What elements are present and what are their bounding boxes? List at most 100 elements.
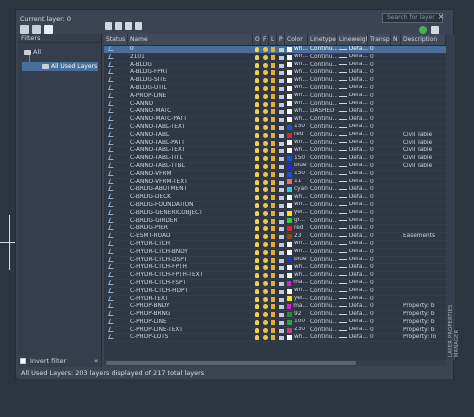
layer-name[interactable]: C-HYDR-CTCH-DSPT	[128, 257, 253, 264]
color-cell[interactable]: ma...	[285, 280, 308, 287]
layer-name[interactable]: C-HYDR-CTCH-FSPT	[128, 280, 253, 287]
table-row[interactable]: C-ANNO-TABL-PATT wh... Continu... Defa... 0 C…	[104, 139, 446, 148]
description-cell[interactable]: Property: b	[401, 303, 446, 310]
on-cell[interactable]	[253, 327, 261, 334]
description-cell[interactable]	[401, 194, 446, 201]
layer-name[interactable]: C-HYDR-CTCH	[128, 241, 253, 248]
lineweight-cell[interactable]: Defa...	[337, 54, 368, 61]
on-cell[interactable]	[253, 218, 261, 225]
table-row[interactable]: C-HYDR-CTCH-FPTH-TEXT wh... Continu... Defa…	[104, 272, 446, 280]
on-cell[interactable]	[253, 264, 261, 271]
on-cell[interactable]	[253, 62, 261, 69]
linetype-cell[interactable]: Continu...	[308, 54, 337, 61]
linetype-cell[interactable]: Continu...	[308, 288, 337, 295]
new-vp-freeze-cell[interactable]	[391, 108, 401, 115]
new-vp-freeze-cell[interactable]	[391, 202, 401, 209]
on-cell[interactable]	[253, 241, 261, 248]
new-layer-vp-frozen-icon[interactable]	[115, 22, 122, 30]
description-cell[interactable]	[401, 85, 446, 92]
layer-name[interactable]: C-HYDR-TEXT	[128, 296, 253, 303]
transparency-cell[interactable]: 0	[368, 101, 391, 108]
lock-cell[interactable]	[269, 280, 277, 287]
transparency-cell[interactable]: 0	[368, 288, 391, 295]
table-row[interactable]: C-PROP-BRNG 92 Continu... Defa... 0 Property:…	[104, 311, 446, 319]
table-row[interactable]: A-PROP-LINE wh... Continu... Defa... 0	[104, 92, 446, 101]
description-cell[interactable]	[401, 202, 446, 209]
lock-cell[interactable]	[269, 124, 277, 131]
lineweight-cell[interactable]: Defa...	[337, 46, 368, 53]
status-cell[interactable]	[104, 77, 128, 84]
color-cell[interactable]: yel...	[285, 210, 308, 217]
layer-name[interactable]: C-ANNO-TABL-PATT	[128, 140, 253, 147]
lineweight-cell[interactable]: Defa...	[337, 179, 368, 186]
transparency-cell[interactable]: 0	[368, 225, 391, 232]
description-cell[interactable]	[401, 124, 446, 131]
linetype-cell[interactable]: Continu...	[308, 171, 337, 178]
plot-cell[interactable]	[277, 171, 285, 178]
freeze-cell[interactable]	[261, 69, 269, 76]
description-cell[interactable]	[401, 101, 446, 108]
freeze-cell[interactable]	[261, 179, 269, 186]
layer-name[interactable]: C-ANNO	[128, 101, 253, 108]
freeze-cell[interactable]	[261, 116, 269, 123]
transparency-cell[interactable]: 0	[368, 218, 391, 225]
color-cell[interactable]: wh...	[285, 85, 308, 92]
table-row[interactable]: C-BRDG-DECK wh... Continu... Defa... 0	[104, 194, 446, 202]
on-cell[interactable]	[253, 77, 261, 84]
new-vp-freeze-cell[interactable]	[391, 257, 401, 264]
color-cell[interactable]: wh...	[285, 241, 308, 248]
lineweight-cell[interactable]: Defa...	[337, 147, 368, 154]
lineweight-cell[interactable]: Defa...	[337, 62, 368, 69]
new-vp-freeze-cell[interactable]	[391, 179, 401, 186]
linetype-cell[interactable]: Continu...	[308, 296, 337, 303]
status-cell[interactable]	[104, 311, 128, 318]
layer-name[interactable]: C-ANNO-VFRM	[128, 171, 253, 178]
transparency-cell[interactable]: 0	[368, 264, 391, 271]
layer-name[interactable]: C-HYDR-CTCH-FPTH	[128, 264, 253, 271]
color-cell[interactable]: wh...	[285, 54, 308, 61]
color-cell[interactable]: yel...	[285, 296, 308, 303]
column-header-freeze[interactable]: F	[261, 34, 269, 45]
plot-cell[interactable]	[277, 311, 285, 318]
freeze-cell[interactable]	[261, 132, 269, 139]
transparency-cell[interactable]: 0	[368, 116, 391, 123]
status-cell[interactable]	[104, 116, 128, 123]
status-cell[interactable]	[104, 240, 128, 248]
invert-filter-checkbox[interactable]	[20, 358, 26, 364]
layer-name[interactable]: C-BRDG-DECK	[128, 194, 253, 201]
lineweight-cell[interactable]: Defa...	[337, 93, 368, 100]
new-vp-freeze-cell[interactable]	[391, 225, 401, 232]
on-cell[interactable]	[253, 311, 261, 318]
status-cell[interactable]	[104, 170, 128, 178]
new-vp-freeze-cell[interactable]	[391, 296, 401, 303]
color-cell[interactable]: wh...	[285, 93, 308, 100]
table-row[interactable]: C-ANNO-MATC wh... DASHED Defa... 0	[104, 108, 446, 117]
freeze-cell[interactable]	[261, 155, 269, 162]
lock-cell[interactable]	[269, 264, 277, 271]
freeze-cell[interactable]	[261, 288, 269, 295]
layer-name[interactable]: A-PROP-LINE	[128, 93, 253, 100]
color-cell[interactable]: wh...	[285, 116, 308, 123]
transparency-cell[interactable]: 0	[368, 319, 391, 326]
new-vp-freeze-cell[interactable]	[391, 101, 401, 108]
layer-name[interactable]: 2101	[128, 54, 253, 61]
table-row[interactable]: C-HYDR-TEXT yel... Continu... Defa... 0	[104, 295, 446, 304]
new-vp-freeze-cell[interactable]	[391, 311, 401, 318]
lineweight-cell[interactable]: Defa...	[337, 249, 368, 256]
status-cell[interactable]	[104, 201, 128, 209]
lock-cell[interactable]	[269, 257, 277, 264]
new-vp-freeze-cell[interactable]	[391, 124, 401, 131]
on-cell[interactable]	[253, 155, 261, 162]
lock-cell[interactable]	[269, 116, 277, 123]
layer-name[interactable]: C-HYDR-CTCH-BNDY	[128, 249, 253, 256]
on-cell[interactable]	[253, 54, 261, 61]
freeze-cell[interactable]	[261, 311, 269, 318]
lock-cell[interactable]	[269, 334, 277, 341]
description-cell[interactable]	[401, 108, 446, 115]
color-cell[interactable]: wh...	[285, 288, 308, 295]
description-cell[interactable]: Property: b	[401, 327, 446, 334]
transparency-cell[interactable]: 0	[368, 155, 391, 162]
plot-cell[interactable]	[277, 179, 285, 186]
lock-cell[interactable]	[269, 202, 277, 209]
on-cell[interactable]	[253, 210, 261, 217]
